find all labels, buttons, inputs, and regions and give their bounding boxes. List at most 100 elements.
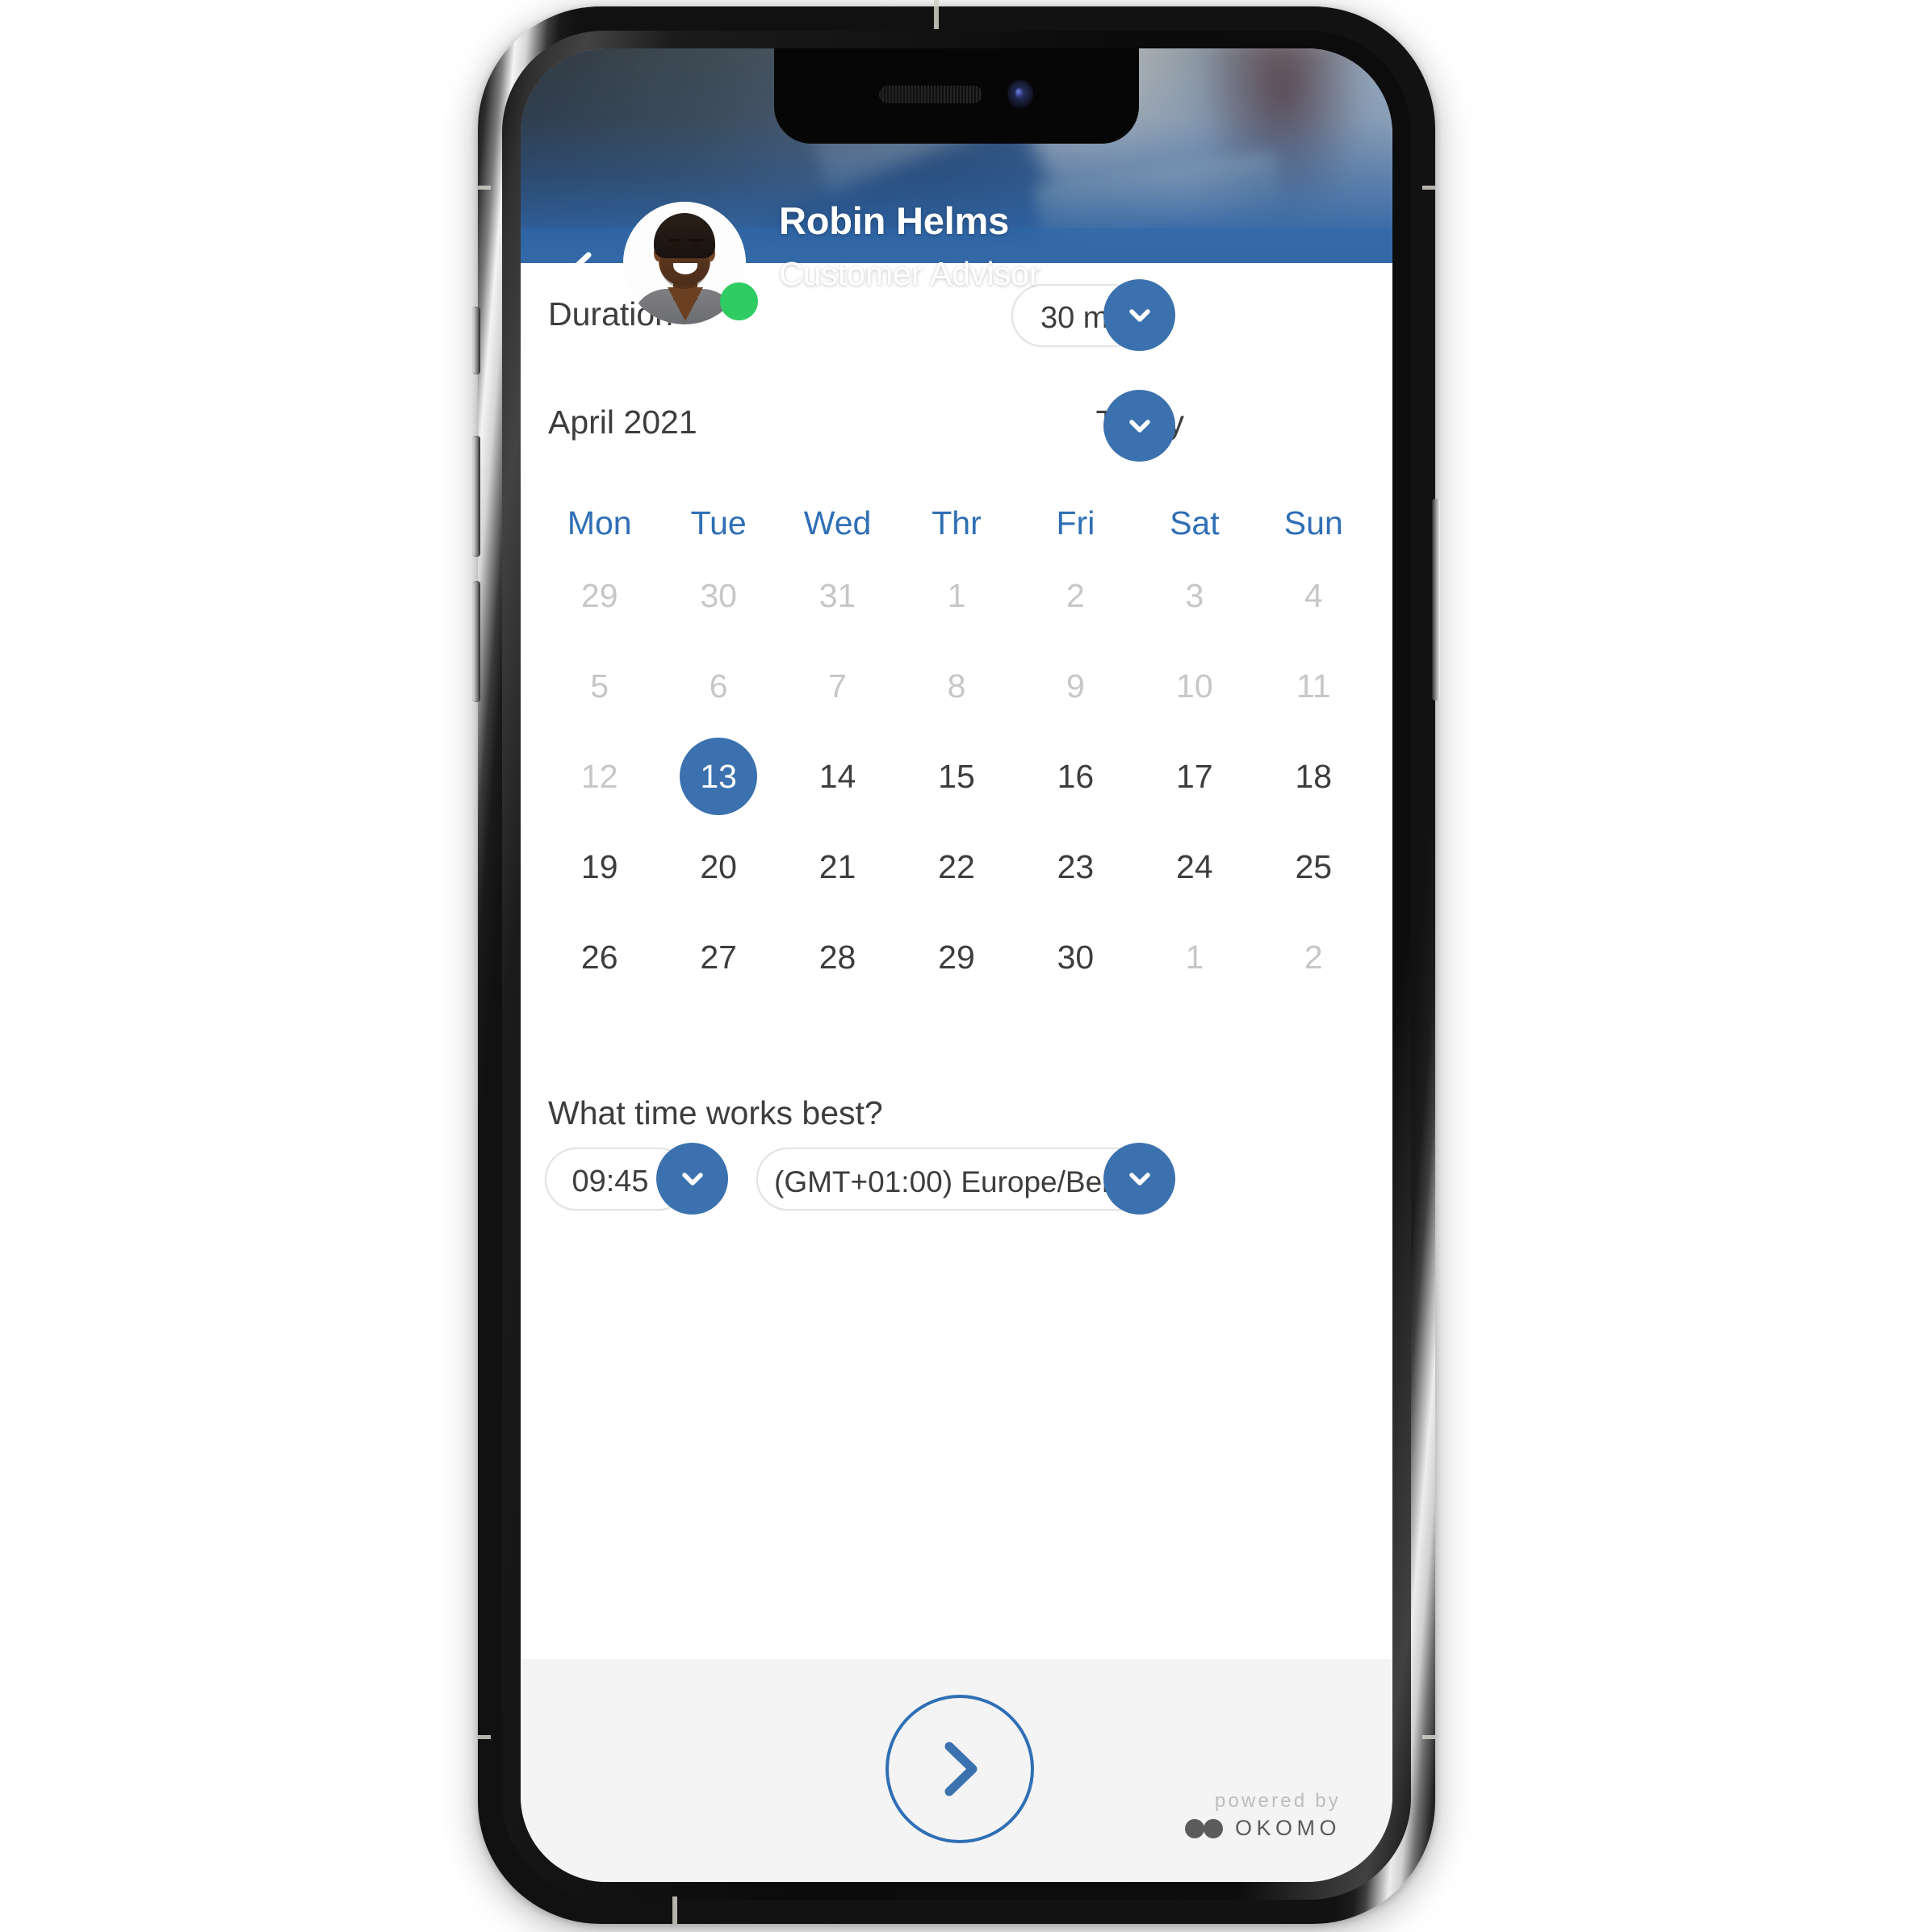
calendar-cell[interactable]: 15	[897, 731, 1015, 822]
timezone-dropdown-button[interactable]	[1103, 1143, 1175, 1215]
calendar-day[interactable]: 1	[918, 557, 995, 634]
calendar-day[interactable]: 24	[1156, 828, 1233, 905]
online-status-indicator	[720, 282, 758, 320]
calendar-day[interactable]: 22	[918, 828, 995, 905]
calendar-cell[interactable]: 19	[540, 822, 659, 912]
calendar-cell[interactable]: 18	[1254, 731, 1373, 822]
calendar-cell[interactable]: 22	[897, 822, 1015, 912]
calendar-cell[interactable]: 1	[1135, 912, 1254, 1002]
earpiece-speaker	[879, 86, 982, 103]
powered-by-branding: powered by OKOMO	[1074, 1790, 1341, 1841]
calendar-day[interactable]: 8	[918, 647, 995, 725]
calendar-day[interactable]: 20	[680, 828, 757, 905]
calendar-cell[interactable]: 8	[897, 641, 1015, 731]
calendar-day[interactable]: 31	[799, 557, 877, 634]
chevron-left-icon	[572, 252, 592, 282]
calendar-cell[interactable]: 24	[1135, 822, 1254, 912]
volume-down-button[interactable]	[472, 581, 480, 702]
time-question-label: What time works best?	[548, 1094, 883, 1131]
silence-switch[interactable]	[472, 307, 480, 374]
frame-antenna-seam	[478, 186, 491, 190]
calendar-day[interactable]: 9	[1036, 647, 1114, 725]
calendar-cell[interactable]: 21	[778, 822, 897, 912]
duration-dropdown-button[interactable]	[1103, 279, 1175, 351]
calendar-cell[interactable]: 3	[1135, 550, 1254, 641]
timezone-value: (GMT+01:00) Europe/Berlin)	[774, 1165, 1152, 1198]
calendar-day[interactable]: 14	[799, 738, 877, 815]
calendar-cell[interactable]: 7	[778, 641, 897, 731]
calendar-day[interactable]: 6	[680, 647, 757, 725]
okomo-wordmark: OKOMO	[1234, 1816, 1341, 1840]
calendar-cell[interactable]: 11	[1254, 641, 1373, 731]
calendar-cell[interactable]: 30	[659, 550, 777, 641]
calendar-cell[interactable]: 5	[540, 641, 659, 731]
power-button[interactable]	[1432, 499, 1440, 700]
chevron-down-icon	[681, 1172, 703, 1186]
calendar-day[interactable]: 29	[918, 918, 995, 996]
calendar-cell[interactable]: 1	[897, 550, 1015, 641]
frame-antenna-seam	[672, 1896, 677, 1924]
back-button[interactable]	[566, 250, 600, 284]
calendar-cell[interactable]: 31	[778, 550, 897, 641]
calendar-day[interactable]: 29	[561, 557, 638, 634]
calendar-day[interactable]: 30	[680, 557, 757, 634]
calendar-cell[interactable]: 4	[1254, 550, 1373, 641]
calendar-cell[interactable]: 28	[778, 912, 897, 1002]
calendar-cell[interactable]: 9	[1016, 641, 1135, 731]
calendar-day[interactable]: 19	[561, 828, 638, 905]
frame-antenna-seam	[478, 1735, 491, 1739]
today-dropdown-button[interactable]	[1103, 390, 1175, 462]
calendar-day[interactable]: 11	[1275, 647, 1352, 725]
calendar-cell[interactable]: 2	[1016, 550, 1135, 641]
chevron-right-icon	[944, 1742, 978, 1796]
calendar-cell[interactable]: 23	[1016, 822, 1135, 912]
calendar-day[interactable]: 2	[1275, 918, 1352, 996]
calendar-cell[interactable]: 20	[659, 822, 777, 912]
calendar-day[interactable]: 21	[799, 828, 877, 905]
calendar-day[interactable]: 4	[1275, 557, 1352, 634]
calendar-day[interactable]: 7	[799, 647, 877, 725]
calendar-day[interactable]: 12	[561, 738, 638, 815]
calendar-cell[interactable]: 17	[1135, 731, 1254, 822]
calendar-day[interactable]: 2	[1036, 557, 1114, 634]
calendar-dow-thr: Thr	[932, 504, 982, 542]
calendar-cell[interactable]: 13	[659, 731, 777, 822]
phone-mockup: Robin Helms Customer Advisor Duration 30…	[0, 0, 1905, 1932]
calendar-day[interactable]: 15	[918, 738, 995, 815]
calendar-cell[interactable]: 29	[897, 912, 1015, 1002]
calendar-cell[interactable]: 27	[659, 912, 777, 1002]
calendar-day[interactable]: 25	[1275, 828, 1352, 905]
calendar-cell[interactable]: 25	[1254, 822, 1373, 912]
calendar-cell[interactable]: 6	[659, 641, 777, 731]
calendar-cell[interactable]: 29	[540, 550, 659, 641]
calendar-day[interactable]: 27	[680, 918, 757, 996]
calendar-day[interactable]: 28	[799, 918, 877, 996]
time-dropdown-button[interactable]	[656, 1143, 728, 1215]
calendar-day[interactable]: 30	[1036, 918, 1114, 996]
calendar-day[interactable]: 5	[561, 647, 638, 725]
calendar-day[interactable]: 23	[1036, 828, 1114, 905]
month-row: April 2021 Today	[521, 384, 1392, 475]
calendar-cell[interactable]: 12	[540, 731, 659, 822]
calendar-cell[interactable]: 16	[1016, 731, 1135, 822]
calendar-dow-sat: Sat	[1170, 504, 1220, 542]
calendar-cell[interactable]: 2	[1254, 912, 1373, 1002]
volume-up-button[interactable]	[472, 436, 480, 557]
calendar-dow-wed: Wed	[803, 504, 872, 542]
calendar-cell[interactable]: 30	[1016, 912, 1135, 1002]
calendar-day[interactable]: 26	[561, 918, 638, 996]
calendar: Mon Tue Wed Thr Fri Sat Sun 29 30 31 1 2 3 4 5 6 7 8 9 10 1…	[540, 496, 1373, 1002]
calendar-cell[interactable]: 26	[540, 912, 659, 1002]
front-camera-icon	[1007, 80, 1033, 109]
calendar-day[interactable]: 3	[1156, 557, 1233, 634]
footer-bar: powered by OKOMO	[521, 1659, 1392, 1882]
calendar-day[interactable]: 18	[1275, 738, 1352, 815]
calendar-day[interactable]: 1	[1156, 918, 1233, 996]
calendar-day[interactable]: 17	[1156, 738, 1233, 815]
calendar-day[interactable]: 10	[1156, 647, 1233, 725]
calendar-day[interactable]: 16	[1036, 738, 1114, 815]
calendar-cell[interactable]: 10	[1135, 641, 1254, 731]
calendar-day-selected[interactable]: 13	[680, 738, 758, 815]
next-button[interactable]	[886, 1695, 1034, 1843]
calendar-cell[interactable]: 14	[778, 731, 897, 822]
